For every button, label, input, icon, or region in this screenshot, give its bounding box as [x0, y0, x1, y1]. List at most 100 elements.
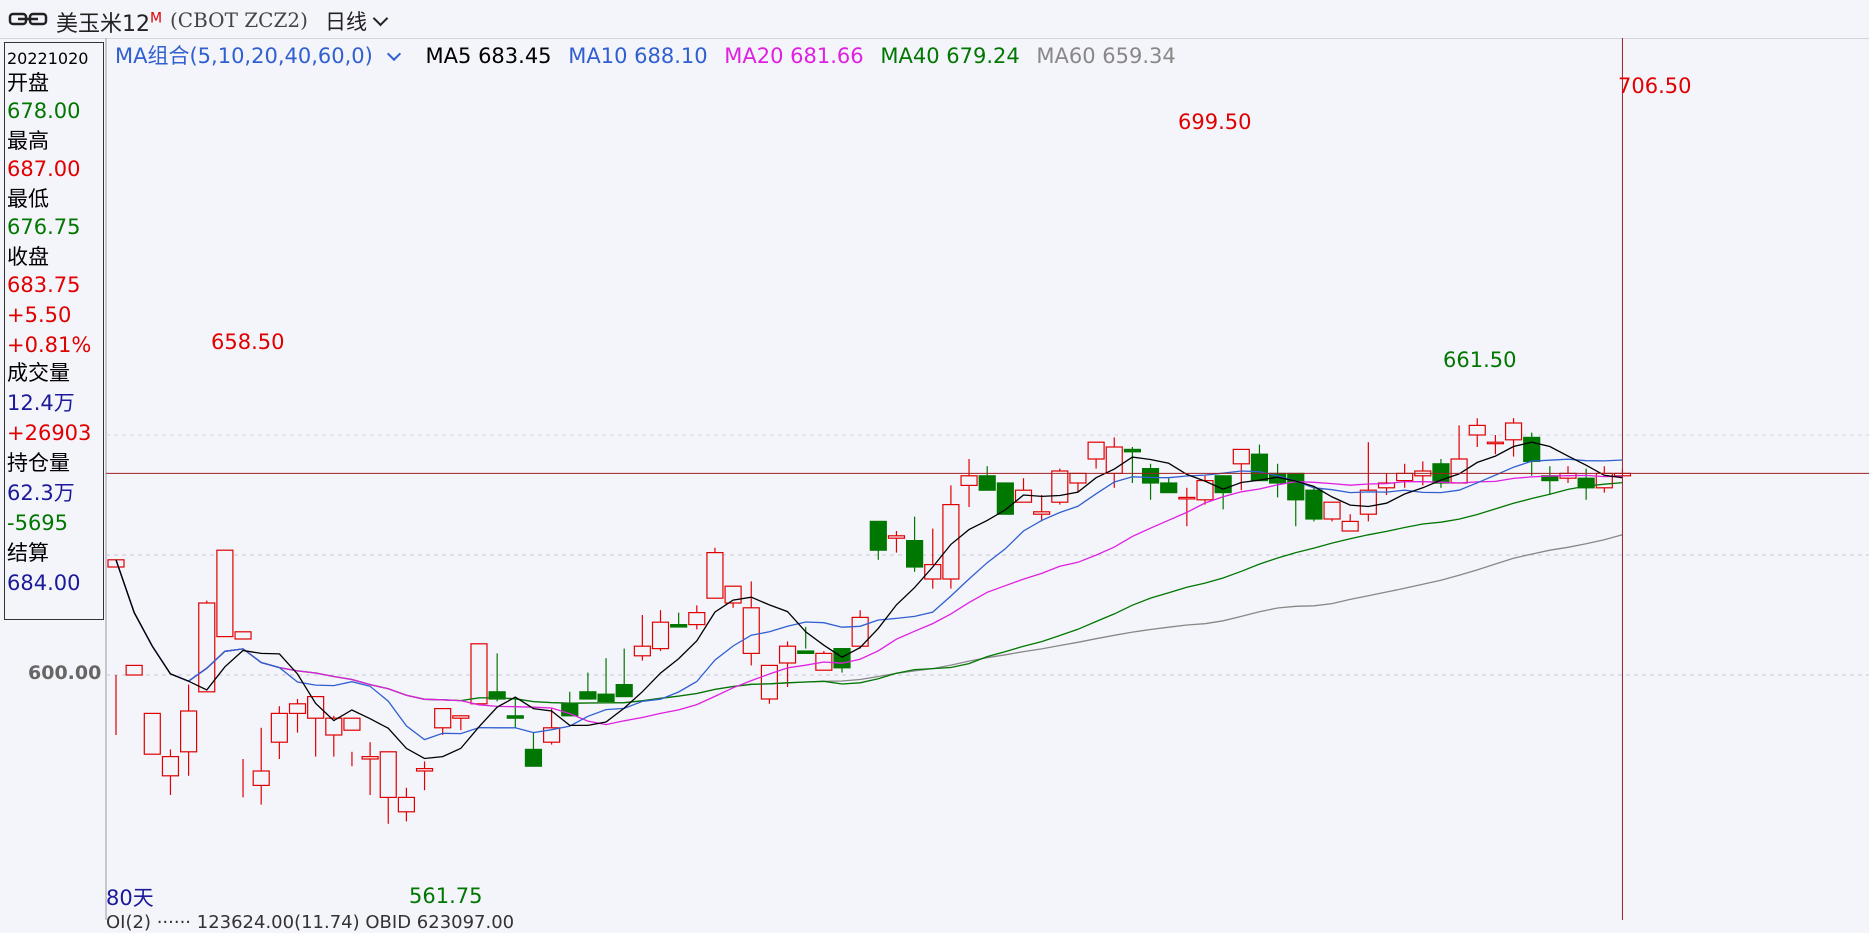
candle-up: [633, 645, 651, 657]
ma10-legend: MA10 688.10: [568, 44, 708, 68]
low-value: 676.75: [7, 215, 81, 239]
ma5-line: [115, 441, 1623, 760]
candle-up: [307, 695, 325, 719]
link-chain-icon[interactable]: [8, 8, 48, 30]
candle-up: [1232, 448, 1250, 465]
candle-up: [1486, 441, 1505, 445]
candle-up: [1468, 424, 1486, 436]
y-axis-tick-label: 600.00: [28, 662, 102, 684]
candle-up: [1069, 472, 1087, 484]
candle-up: [778, 645, 797, 664]
candle-up: [688, 611, 706, 626]
indicator-strip: OI(2) ······ 123624.00(11.74) OBID 62309…: [106, 912, 515, 933]
candle-down: [1250, 453, 1269, 482]
ma10-line: [115, 458, 1623, 741]
candle-down: [978, 475, 996, 491]
ma-legend: MA组合(5,10,20,40,60,0) MA5 683.45 MA10 68…: [115, 40, 1186, 70]
candle-down: [1141, 468, 1160, 484]
candle-up: [706, 551, 724, 599]
candle-up: [1359, 489, 1377, 515]
candle-up: [960, 475, 978, 486]
high-label: 最高: [7, 129, 49, 153]
info-date: 20221020: [7, 49, 89, 68]
oi-change-value: -5695: [7, 511, 69, 535]
candle-up: [288, 703, 307, 714]
candle-up: [742, 607, 760, 654]
candle-up: [234, 631, 252, 640]
symbol-code: (CBOT ZCZ2): [170, 8, 308, 32]
title-bar: 美玉米12M (CBOT ZCZ2) 日线: [0, 0, 1869, 39]
candle-up: [198, 602, 216, 693]
peak-label-1: 658.50: [211, 330, 285, 354]
high-value: 687.00: [7, 157, 81, 181]
ma60-legend: MA60 659.34: [1036, 44, 1176, 68]
candle-up: [1087, 441, 1105, 460]
ma20-line: [115, 474, 1623, 726]
candle-up: [216, 549, 234, 638]
settle-label: 结算: [7, 541, 49, 565]
candle-up: [1178, 496, 1196, 500]
candle-down: [1305, 489, 1323, 520]
ma-combo-dropdown[interactable]: MA组合(5,10,20,40,60,0): [115, 44, 409, 68]
oi-label: 持仓量: [7, 451, 70, 475]
candle-down: [597, 693, 615, 703]
candle-down: [1123, 448, 1142, 453]
volume-label: 成交量: [7, 361, 70, 385]
chevron-down-icon: [386, 46, 401, 62]
candle-up: [143, 712, 161, 755]
candle-up: [343, 717, 361, 731]
contract-month-marker: M: [150, 10, 163, 27]
open-value: 678.00: [7, 99, 81, 123]
candle-down: [833, 647, 851, 669]
ma20-legend: MA20 681.66: [724, 44, 864, 68]
candle-down: [524, 748, 543, 767]
peak-label-3: 706.50: [1618, 74, 1692, 98]
peak-label-2: 699.50: [1178, 110, 1252, 134]
candle-up: [760, 664, 779, 700]
candle-up: [1504, 422, 1523, 441]
open-label: 开盘: [7, 71, 49, 95]
chevron-down-icon: [372, 10, 389, 27]
candle-up: [361, 755, 379, 760]
change-value: +5.50: [7, 303, 72, 327]
kline-chart[interactable]: [0, 38, 1869, 920]
candle-down: [670, 623, 688, 628]
candle-up: [1051, 470, 1069, 503]
candle-down: [506, 715, 524, 719]
trough-label-1: 561.75: [409, 884, 483, 908]
candle-up: [180, 710, 198, 753]
candle-up: [379, 751, 397, 798]
candle-up: [161, 755, 180, 777]
candle-down: [797, 650, 815, 654]
period-count: 80天: [106, 886, 154, 910]
candle-up: [887, 535, 906, 539]
close-value: 683.75: [7, 273, 81, 297]
candle-up: [452, 715, 470, 719]
candle-down: [615, 683, 633, 698]
candle-up: [942, 504, 960, 580]
candle-up: [125, 664, 143, 676]
volume-change-value: +26903: [7, 421, 92, 445]
volume-value: 12.4万: [7, 391, 75, 415]
candle-up: [1396, 472, 1414, 482]
chart-canvas[interactable]: [0, 38, 1869, 920]
candle-down: [1287, 472, 1305, 501]
oi-value: 62.3万: [7, 481, 75, 505]
candle-down: [1160, 482, 1178, 494]
symbol-name: 美玉米12M: [56, 10, 163, 37]
period-dropdown[interactable]: 日线: [325, 6, 389, 36]
close-label: 收盘: [7, 245, 49, 269]
candle-down: [869, 520, 887, 551]
candle-up: [397, 796, 415, 813]
low-label: 最低: [7, 187, 49, 211]
ma5-legend: MA5 683.45: [425, 44, 552, 68]
candle-up: [415, 767, 434, 772]
candle-up: [651, 621, 670, 650]
settle-value: 684.00: [7, 571, 81, 595]
candle-up: [270, 712, 288, 743]
candle-down: [905, 540, 924, 568]
trough-label-2: 661.50: [1443, 348, 1517, 372]
candle-up: [1341, 520, 1359, 532]
candle-down: [1523, 436, 1541, 462]
ma40-line: [115, 481, 1623, 704]
